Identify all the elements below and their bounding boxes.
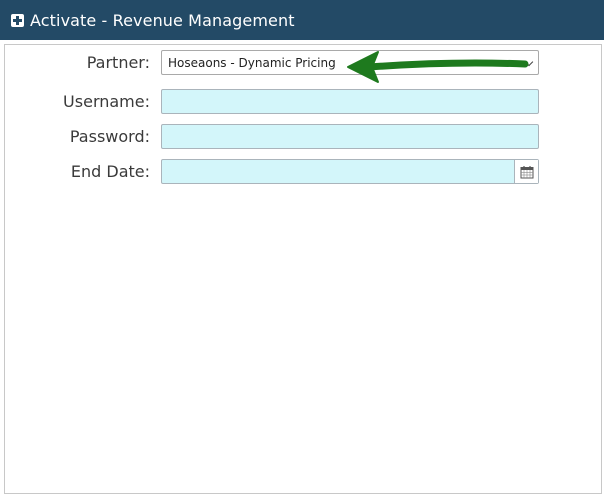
partner-row: Partner: Hoseaons - Dynamic Pricing bbox=[5, 50, 601, 76]
partner-select[interactable]: Hoseaons - Dynamic Pricing bbox=[161, 50, 539, 75]
end-date-row: End Date: bbox=[5, 159, 601, 185]
username-label: Username: bbox=[63, 92, 150, 111]
window-titlebar: Activate - Revenue Management bbox=[0, 0, 604, 40]
calendar-icon[interactable] bbox=[514, 160, 538, 183]
username-input[interactable] bbox=[161, 89, 539, 114]
password-label: Password: bbox=[69, 127, 150, 146]
chevron-down-icon bbox=[524, 57, 534, 67]
end-date-label: End Date: bbox=[70, 162, 150, 181]
username-row: Username: bbox=[5, 89, 601, 115]
partner-label: Partner: bbox=[86, 53, 150, 72]
form-panel: Partner: Hoseaons - Dynamic Pricing User… bbox=[4, 44, 602, 494]
expand-plus-icon[interactable] bbox=[11, 13, 24, 27]
end-date-field bbox=[161, 159, 539, 184]
partner-selected-value: Hoseaons - Dynamic Pricing bbox=[168, 55, 336, 70]
password-row: Password: bbox=[5, 124, 601, 150]
end-date-input[interactable] bbox=[162, 160, 512, 183]
window-title: Activate - Revenue Management bbox=[30, 10, 295, 30]
activate-revenue-management-window: Activate - Revenue Management Partner: H… bbox=[0, 0, 604, 500]
password-input[interactable] bbox=[161, 124, 539, 149]
